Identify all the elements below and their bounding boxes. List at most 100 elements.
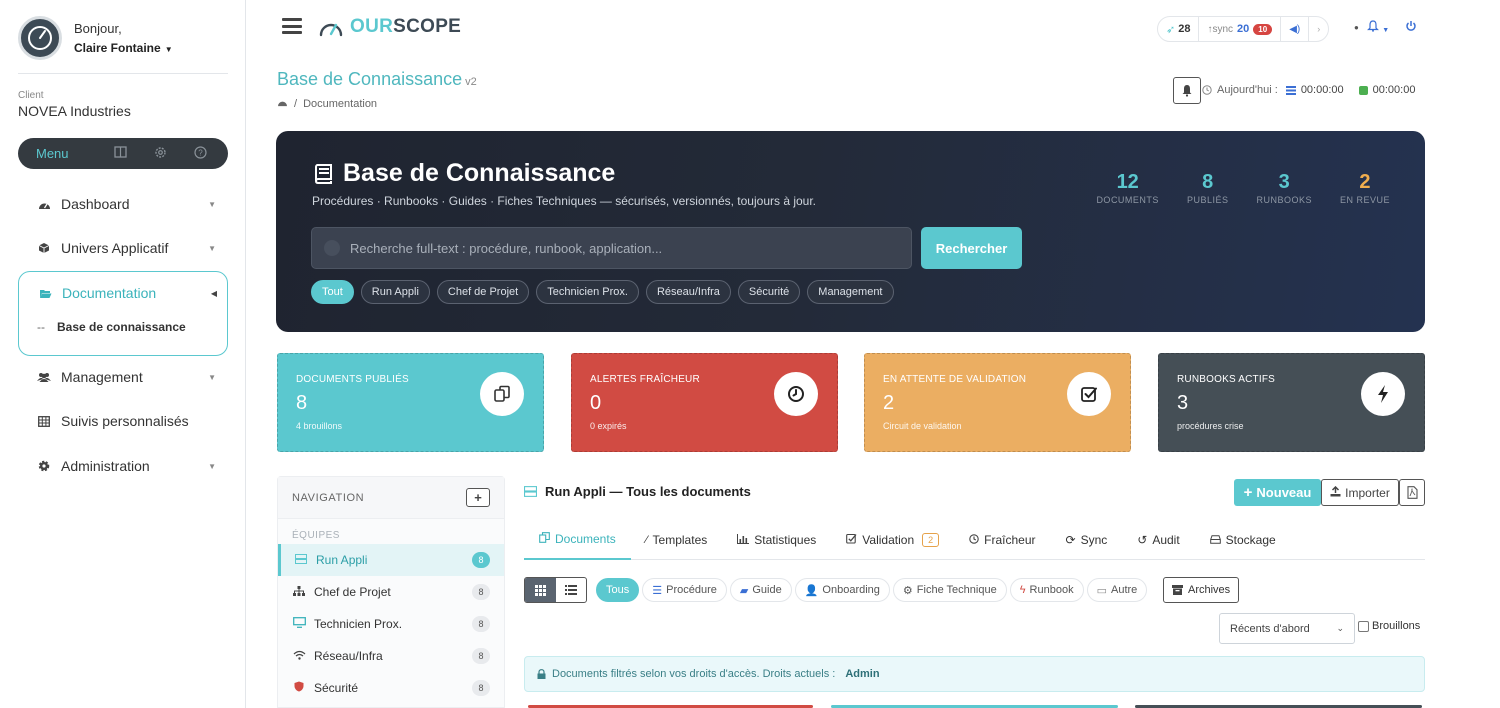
archive-icon	[1172, 585, 1183, 595]
user-menu[interactable]: Bonjour, Claire Fontaine ▼	[18, 16, 173, 60]
kpi-value: 2	[883, 392, 895, 414]
today-label: Aujourd'hui :	[1217, 84, 1278, 96]
stat-value: 8	[1202, 171, 1214, 193]
nav-item-securite[interactable]: Sécurité 8	[278, 672, 504, 704]
app-logo[interactable]: OUR SCOPE	[318, 16, 461, 38]
tab-stockage[interactable]: Stockage	[1195, 520, 1291, 560]
sort-value: Récents d'abord	[1230, 622, 1310, 635]
tab-label: Validation	[862, 533, 915, 547]
team-chips: Tout Run Appli Chef de Projet Technicien…	[311, 280, 894, 304]
count-indicator[interactable]: ➶ 28	[1158, 17, 1200, 41]
nav-item-technicien-prox[interactable]: Technicien Prox. 8	[278, 608, 504, 640]
kpi-sub: 0 expirés	[590, 421, 627, 431]
export-pdf-button[interactable]	[1399, 479, 1425, 506]
nav-item-chef-de-projet[interactable]: Chef de Projet 8	[278, 576, 504, 608]
stat-label: RUNBOOKS	[1256, 195, 1312, 205]
filter-fiche-technique[interactable]: ⚙ Fiche Technique	[892, 578, 1007, 602]
add-button[interactable]: +	[466, 488, 490, 507]
chip-securite[interactable]: Sécurité	[737, 280, 801, 304]
tab-audit[interactable]: ↺ Audit	[1122, 520, 1194, 560]
timer-2: 00:00:00	[1372, 84, 1416, 96]
next-button[interactable]: ›	[1309, 17, 1328, 41]
tab-fraicheur[interactable]: Fraîcheur	[954, 520, 1050, 560]
user-name[interactable]: Claire Fontaine ▼	[74, 41, 173, 55]
chip-run-appli[interactable]: Run Appli	[360, 280, 430, 304]
filter-label: Procédure	[666, 584, 717, 596]
kpi-value: 8	[296, 392, 308, 414]
tab-templates[interactable]: ⁄ Templates	[631, 520, 723, 560]
kpi-alertes-fraicheur[interactable]: ALERTES FRAÎCHEUR 0 0 expirés	[571, 353, 838, 452]
hamburger-menu-button[interactable]	[282, 18, 302, 34]
check-square-icon	[846, 533, 857, 547]
chip-management[interactable]: Management	[807, 280, 894, 304]
list-view-button[interactable]	[556, 578, 587, 602]
plus-icon: +	[1243, 484, 1253, 501]
sidebar-item-documentation[interactable]: Documentation ◀	[19, 278, 229, 308]
chip-technicien-prox[interactable]: Technicien Prox.	[536, 280, 639, 304]
search-input[interactable]	[350, 240, 890, 256]
stat-runbooks: 3 RUNBOOKS	[1256, 171, 1312, 205]
nav-item-run-appli[interactable]: Run Appli 8	[278, 544, 504, 576]
sync-indicator[interactable]: ↑sync 20 10	[1199, 17, 1282, 41]
sidebar-subitem-label: Base de connaissance	[57, 320, 186, 334]
divider	[18, 73, 228, 74]
count-badge: 8	[472, 584, 490, 600]
drafts-toggle[interactable]: Brouillons	[1358, 620, 1420, 632]
chip-tout[interactable]: Tout	[311, 280, 354, 304]
stat-value: 2	[1359, 171, 1371, 193]
tab-validation[interactable]: Validation 2	[831, 520, 954, 560]
volume-button[interactable]: ◀)	[1281, 17, 1310, 41]
dashboard-icon	[35, 199, 53, 210]
sort-select[interactable]: Récents d'abord ⌄	[1219, 613, 1355, 644]
count-badge: 8	[472, 648, 490, 664]
logout-button[interactable]	[1405, 20, 1417, 35]
sidebar-item-univers-applicatif[interactable]: Univers Applicatif ▼	[18, 233, 228, 263]
filter-procedure[interactable]: ☰ Procédure	[642, 578, 727, 602]
dashboard-icon[interactable]	[277, 98, 288, 110]
search-button[interactable]: Rechercher	[921, 227, 1022, 269]
sidebar-subitem-base-de-connaissance[interactable]: -- Base de connaissance	[37, 320, 186, 334]
sitemap-icon	[292, 585, 306, 599]
help-icon[interactable]: ?	[180, 145, 220, 162]
menu-tab[interactable]: Menu	[36, 146, 100, 161]
drafts-checkbox[interactable]	[1358, 620, 1369, 632]
filter-autre[interactable]: ▭ Autre	[1086, 578, 1148, 602]
tab-label: Audit	[1152, 533, 1180, 547]
tab-statistiques[interactable]: Statistiques	[722, 520, 831, 560]
grid-view-button[interactable]	[525, 578, 556, 602]
sidebar-item-administration[interactable]: Administration ▼	[18, 451, 228, 481]
gauge-logo-icon	[319, 23, 343, 37]
cube-icon	[35, 242, 53, 254]
import-button[interactable]: Importer	[1321, 479, 1399, 506]
new-document-button[interactable]: + Nouveau	[1234, 479, 1321, 506]
sidebar-item-dashboard[interactable]: Dashboard ▼	[18, 189, 228, 219]
filter-runbook[interactable]: ϟ Runbook	[1009, 578, 1084, 602]
kpi-documents-publies[interactable]: DOCUMENTS PUBLIÉS 8 4 brouillons	[277, 353, 544, 452]
filter-tous[interactable]: Tous	[596, 578, 640, 602]
chip-reseau-infra[interactable]: Réseau/Infra	[645, 280, 731, 304]
filter-guide[interactable]: ▰ Guide	[729, 578, 792, 602]
table-icon	[35, 415, 53, 427]
breadcrumb-separator: /	[294, 98, 298, 110]
book-icon[interactable]	[100, 146, 140, 161]
kpi-runbooks-actifs[interactable]: RUNBOOKS ACTIFS 3 procédures crise	[1158, 353, 1425, 452]
filter-onboarding[interactable]: 👤 Onboarding	[794, 578, 890, 602]
chip-chef-de-projet[interactable]: Chef de Projet	[436, 280, 530, 304]
clock-icon	[774, 372, 818, 416]
tab-label: Statistiques	[754, 533, 817, 547]
timer-1: 00:00:00	[1300, 84, 1344, 96]
alerts-button[interactable]	[1173, 77, 1201, 104]
gear-icon[interactable]	[140, 146, 180, 162]
archives-button[interactable]: Archives	[1163, 577, 1240, 603]
sidebar-item-management[interactable]: Management ▼	[18, 362, 228, 392]
notifications-button[interactable]: ▼	[1366, 20, 1389, 35]
access-info-alert: Documents filtrés selon vos droits d'acc…	[524, 656, 1425, 692]
nav-item-reseau-infra[interactable]: Réseau/Infra 8	[278, 640, 504, 672]
tab-sync[interactable]: ⟳ Sync	[1051, 520, 1123, 560]
sidebar-item-suivis-personnalises[interactable]: Suivis personnalisés	[18, 406, 228, 436]
list-icon	[564, 585, 577, 595]
tab-documents[interactable]: Documents	[524, 520, 631, 560]
kpi-en-attente-validation[interactable]: EN ATTENTE DE VALIDATION 2 Circuit de va…	[864, 353, 1131, 452]
history-icon: ↺	[1137, 533, 1148, 547]
avatar[interactable]	[18, 16, 62, 60]
